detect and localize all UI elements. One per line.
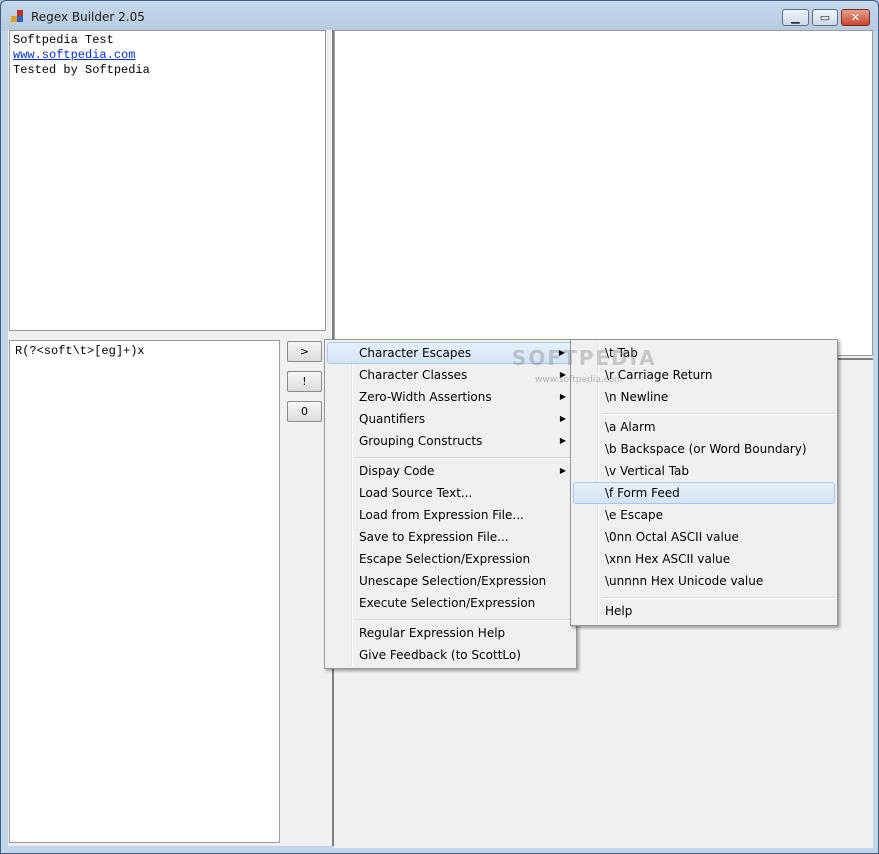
submenu-item-octal-ascii[interactable]: \0nn Octal ASCII value	[573, 526, 835, 548]
expression-pane[interactable]: R(?<soft\t>[eg]+)x	[9, 340, 280, 843]
source-text-pane[interactable]: Softpedia Test www.softpedia.com Tested …	[9, 30, 326, 331]
menu-item-label: Unescape Selection/Expression	[359, 574, 547, 588]
window-title: Regex Builder 2.05	[31, 10, 145, 24]
submenu-item-help[interactable]: Help	[573, 600, 835, 622]
submenu-item-form-feed[interactable]: \f Form Feed	[573, 482, 835, 504]
submenu-arrow-icon: ▶	[559, 414, 566, 423]
menu-item-label: Escape Selection/Expression	[359, 552, 531, 566]
menu-item-label: Grouping Constructs	[359, 434, 483, 448]
menu-item-label: Give Feedback (to ScottLo)	[359, 648, 521, 662]
submenu-arrow-icon: ▶	[559, 466, 566, 475]
menu-item-label: Dispay Code	[359, 464, 435, 478]
menu-item-give-feedback[interactable]: Give Feedback (to ScottLo)	[327, 644, 574, 666]
submenu-item-label: \e Escape	[605, 508, 664, 522]
submenu-item-newline[interactable]: \n Newline	[573, 386, 835, 408]
menu-item-label: Regular Expression Help	[359, 626, 506, 640]
minimize-button[interactable]: ▁	[782, 9, 809, 26]
submenu-item-label: \0nn Octal ASCII value	[605, 530, 739, 544]
close-button[interactable]: ✕	[841, 9, 870, 26]
menu-item-quantifiers[interactable]: Quantifiers ▶	[327, 408, 574, 430]
submenu-arrow-icon: ▶	[559, 392, 566, 401]
menu-item-label: Character Escapes	[359, 346, 472, 360]
context-menu: Character Escapes ▶ Character Classes ▶ …	[324, 339, 577, 669]
menu-item-label: Quantifiers	[359, 412, 426, 426]
menu-item-regex-help[interactable]: Regular Expression Help	[327, 622, 574, 644]
expression-text: R(?<soft\t>[eg]+)x	[15, 344, 145, 358]
menu-item-load-source-text[interactable]: Load Source Text...	[327, 482, 574, 504]
menu-item-execute-selection[interactable]: Execute Selection/Expression	[327, 592, 574, 614]
submenu-item-alarm[interactable]: \a Alarm	[573, 416, 835, 438]
source-link[interactable]: www.softpedia.com	[13, 48, 322, 63]
watermark-url: www.softpedia.com	[535, 375, 623, 385]
menu-item-grouping-constructs[interactable]: Grouping Constructs ▶	[327, 430, 574, 452]
submenu-item-label: \xnn Hex ASCII value	[605, 552, 731, 566]
execute-button[interactable]: !	[287, 371, 322, 392]
menu-item-label: Character Classes	[359, 368, 468, 382]
submenu-item-label: Help	[605, 604, 633, 618]
maximize-button[interactable]: ▭	[812, 9, 838, 26]
submenu-item-label: \v Vertical Tab	[605, 464, 690, 478]
submenu-item-backspace[interactable]: \b Backspace (or Word Boundary)	[573, 438, 835, 460]
submenu-arrow-icon: ▶	[559, 436, 566, 445]
zero-button[interactable]: 0	[287, 401, 322, 422]
menu-item-unescape-selection[interactable]: Unescape Selection/Expression	[327, 570, 574, 592]
menu-item-zero-width-assertions[interactable]: Zero-Width Assertions ▶	[327, 386, 574, 408]
menu-item-label: Save to Expression File...	[359, 530, 509, 544]
menu-item-escape-selection[interactable]: Escape Selection/Expression	[327, 548, 574, 570]
watermark-logo: SOFTPEDIA	[512, 346, 657, 370]
menu-separator	[355, 457, 573, 459]
submenu-item-vertical-tab[interactable]: \v Vertical Tab	[573, 460, 835, 482]
menu-separator	[601, 413, 834, 415]
submenu-item-hex-ascii[interactable]: \xnn Hex ASCII value	[573, 548, 835, 570]
app-icon	[11, 10, 25, 23]
source-line-3: Tested by Softpedia	[13, 63, 150, 77]
run-button[interactable]: >	[287, 341, 322, 362]
submenu-item-label: \unnnn Hex Unicode value	[605, 574, 764, 588]
results-pane[interactable]	[334, 30, 873, 356]
submenu-item-escape[interactable]: \e Escape	[573, 504, 835, 526]
menu-item-label: Execute Selection/Expression	[359, 596, 536, 610]
menu-separator	[601, 597, 834, 599]
source-line-1: Softpedia Test	[13, 33, 114, 47]
submenu-item-label: \n Newline	[605, 390, 669, 404]
title-bar[interactable]: Regex Builder 2.05 ▁ ▭ ✕	[1, 1, 878, 31]
submenu-item-hex-unicode[interactable]: \unnnn Hex Unicode value	[573, 570, 835, 592]
menu-item-label: Load Source Text...	[359, 486, 473, 500]
submenu-item-label: \f Form Feed	[605, 486, 680, 500]
submenu-item-label: \b Backspace (or Word Boundary)	[605, 442, 807, 456]
menu-separator	[355, 619, 573, 621]
menu-item-label: Load from Expression File...	[359, 508, 524, 522]
menu-item-save-expression-file[interactable]: Save to Expression File...	[327, 526, 574, 548]
submenu-item-label: \a Alarm	[605, 420, 656, 434]
menu-item-load-expression-file[interactable]: Load from Expression File...	[327, 504, 574, 526]
menu-item-label: Zero-Width Assertions	[359, 390, 492, 404]
menu-item-display-code[interactable]: Dispay Code ▶	[327, 460, 574, 482]
